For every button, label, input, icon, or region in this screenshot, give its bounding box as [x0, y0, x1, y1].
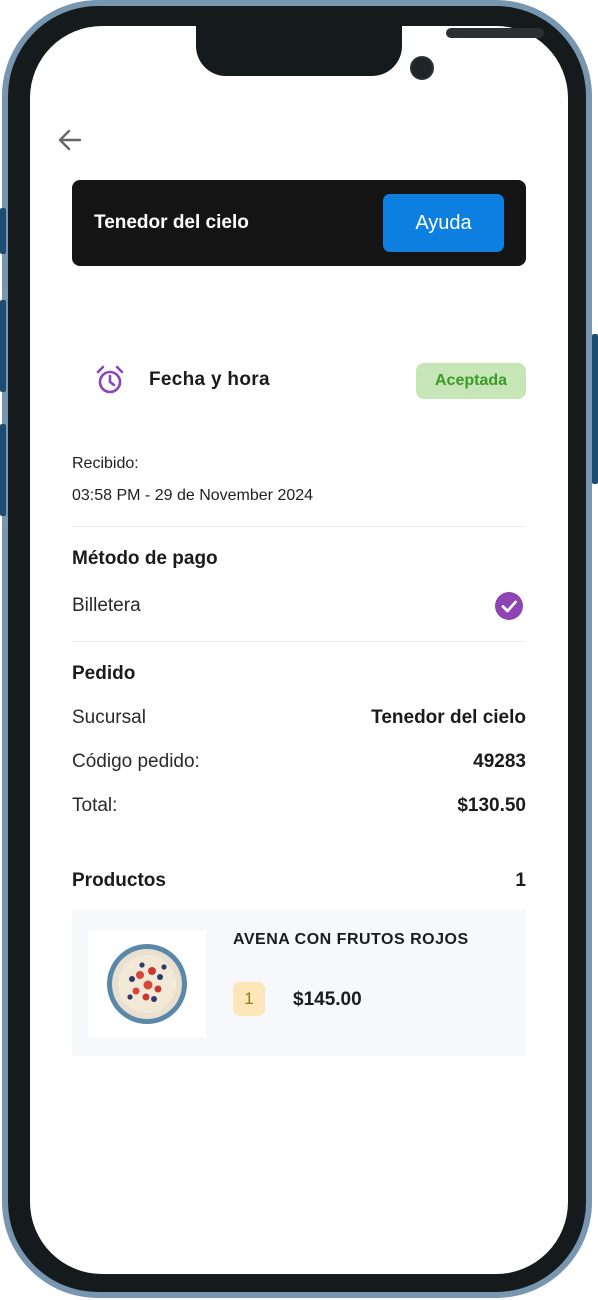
product-name: AVENA CON FRUTOS ROJOS — [233, 931, 469, 948]
branch-value: Tenedor del cielo — [371, 707, 526, 728]
divider — [72, 526, 526, 527]
product-image — [88, 930, 206, 1038]
product-price: $145.00 — [293, 989, 362, 1010]
date-time-label: Fecha y hora — [149, 369, 270, 390]
notch — [196, 22, 544, 80]
received-datetime: 03:58 PM - 29 de November 2024 — [72, 487, 314, 504]
branch-label: Sucursal — [72, 707, 146, 728]
header-bar: Tenedor del cielo Ayuda — [72, 180, 526, 266]
arrow-left-icon — [58, 129, 82, 151]
received-label: Recibido: — [72, 455, 139, 472]
divider — [72, 641, 526, 642]
side-button — [0, 300, 6, 392]
front-camera — [410, 56, 434, 80]
back-button[interactable] — [54, 124, 86, 156]
products-count: 1 — [515, 870, 526, 891]
side-button — [0, 424, 6, 516]
total-label: Total: — [72, 795, 118, 816]
side-button — [0, 208, 6, 254]
payment-method-value: Billetera — [72, 595, 141, 616]
order-title: Pedido — [72, 663, 136, 684]
oatmeal-bowl-image — [107, 944, 187, 1024]
product-card[interactable]: AVENA CON FRUTOS ROJOS 1 $145.00 — [72, 910, 526, 1056]
speaker — [446, 28, 544, 38]
help-button[interactable]: Ayuda — [383, 194, 504, 252]
quantity-badge: 1 — [233, 982, 265, 1016]
payment-method-title: Método de pago — [72, 548, 218, 569]
order-code-value: 49283 — [473, 751, 526, 772]
alarm-clock-icon — [96, 365, 124, 394]
order-code-label: Código pedido: — [72, 751, 200, 772]
side-button — [592, 334, 598, 484]
products-title: Productos — [72, 870, 166, 891]
total-value: $130.50 — [457, 795, 526, 816]
status-badge: Aceptada — [416, 363, 526, 399]
check-circle-icon — [495, 592, 523, 620]
store-name: Tenedor del cielo — [94, 212, 249, 233]
